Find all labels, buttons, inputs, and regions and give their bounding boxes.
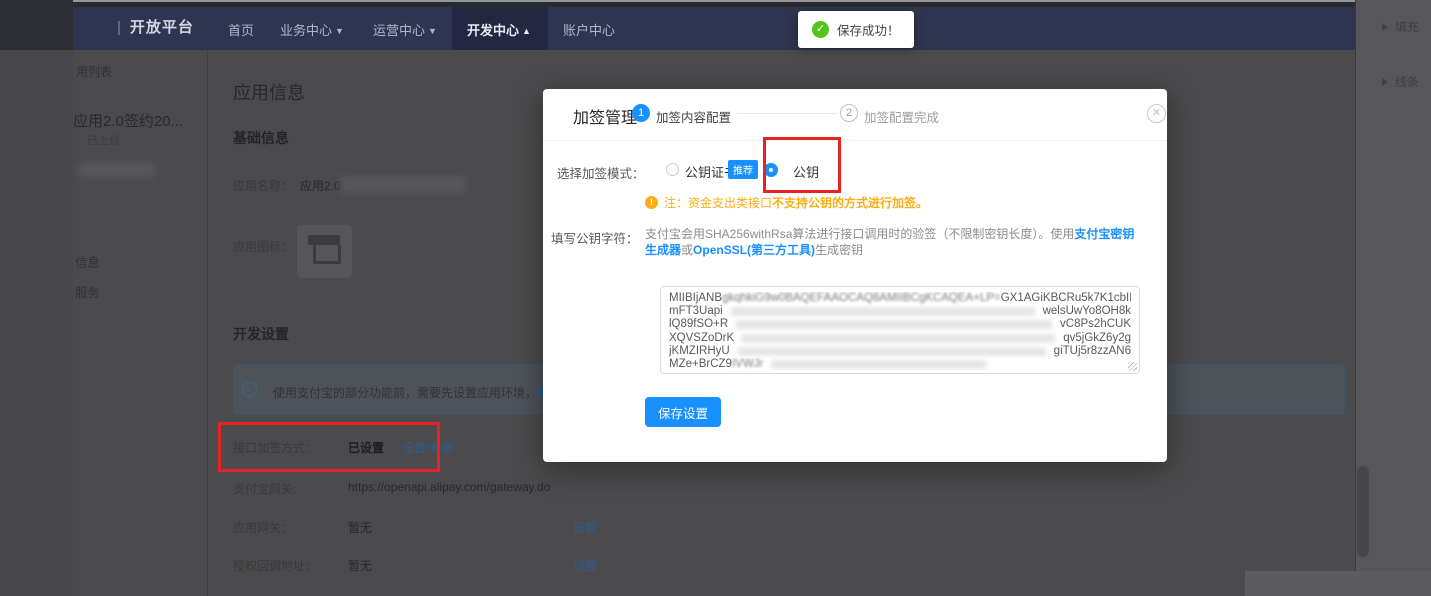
triangle-right-icon bbox=[1382, 78, 1388, 86]
nav-item-operation[interactable]: 运营中心▼ bbox=[373, 20, 437, 39]
modal-title: 加签管理 bbox=[573, 104, 637, 128]
app-icon-image bbox=[297, 225, 352, 278]
textarea-resize-handle[interactable] bbox=[1128, 362, 1137, 371]
annotation-box-sign-method bbox=[218, 422, 440, 472]
tool-line-control[interactable]: 线条 bbox=[1382, 73, 1419, 90]
screen: | 开放平台 首页 业务中心▼ 运营中心▼ 开发中心▲ 账户中心 用列表 应用2.… bbox=[0, 0, 1431, 596]
chevron-up-icon: ▲ bbox=[522, 26, 531, 36]
redacted-key-segment bbox=[736, 320, 1052, 329]
row-callback-set-link[interactable]: 设置 bbox=[573, 557, 597, 574]
sidebar-back-to-app-list[interactable]: 用列表 bbox=[76, 63, 112, 80]
storefront-icon bbox=[308, 235, 340, 245]
page-title: 应用信息 bbox=[233, 79, 305, 105]
row-app-gateway-label: 应用网关： bbox=[233, 519, 293, 536]
annotation-box-public-key bbox=[763, 137, 841, 193]
close-icon[interactable]: ✕ bbox=[1147, 104, 1166, 123]
triangle-right-icon bbox=[1382, 23, 1388, 31]
section-dev-settings: 开发设置 bbox=[233, 324, 289, 344]
brand-text: 开放平台 bbox=[130, 19, 194, 36]
nav-item-home[interactable]: 首页 bbox=[228, 20, 254, 39]
step-connector-line bbox=[737, 113, 837, 114]
sidebar-app-name: 应用2.0签约20... bbox=[73, 110, 183, 131]
row-callback-label: 授权回调地址： bbox=[233, 557, 317, 574]
page-right-edge bbox=[1355, 0, 1356, 596]
public-key-label: 填写公钥字符： bbox=[551, 228, 639, 247]
row-gateway-label: 支付宝网关: bbox=[233, 480, 296, 497]
redacted-key-segment bbox=[738, 347, 1046, 356]
success-check-icon: ✓ bbox=[812, 21, 829, 38]
row-callback-value: 暂无 bbox=[348, 557, 372, 574]
tool-dim-left bbox=[0, 50, 73, 596]
toast-message: 保存成功！ bbox=[837, 20, 900, 39]
sign-mode-label: 选择加签模式： bbox=[557, 163, 645, 182]
radio-public-key-cert[interactable] bbox=[666, 163, 679, 176]
nav-item-account[interactable]: 账户中心 bbox=[563, 20, 615, 39]
tool-bottom-right-box bbox=[1245, 571, 1431, 596]
banner-text: 使用支付宝的部分功能前，需要先设置应用环境，查看如 bbox=[273, 384, 573, 401]
redacted-key-segment bbox=[742, 334, 1055, 343]
warning-icon: ! bbox=[645, 196, 658, 209]
tool-dim-left-top bbox=[0, 0, 73, 50]
redacted-key-segment bbox=[771, 360, 986, 369]
app-icon-label: 应用图标： bbox=[233, 238, 293, 255]
chevron-down-icon: ▼ bbox=[335, 26, 344, 36]
sidebar-item-info[interactable]: 信息 bbox=[75, 252, 100, 271]
sidebar-item-service[interactable]: 服务 bbox=[75, 282, 100, 301]
app-name-redacted bbox=[340, 176, 465, 193]
fund-note: ! 注：资金支出类接口不支持公钥的方式进行加签。 bbox=[645, 194, 928, 211]
save-settings-button[interactable]: 保存设置 bbox=[645, 397, 721, 427]
step-2-circle: 2 bbox=[840, 104, 858, 122]
sign-management-modal bbox=[543, 89, 1167, 462]
info-icon: i bbox=[242, 382, 257, 397]
app-id-redacted bbox=[78, 162, 156, 178]
app-name-label: 应用名称： bbox=[233, 177, 293, 194]
public-key-description: 支付宝会用SHA256withRsa算法进行接口调用时的验签（不限制密钥长度）。… bbox=[645, 226, 1143, 258]
step-1-label: 加签内容配置 bbox=[656, 107, 731, 126]
step-2-label: 加签配置完成 bbox=[864, 107, 939, 126]
row-app-gateway-set-link[interactable]: 设置 bbox=[573, 519, 597, 536]
brand-divider: | bbox=[117, 19, 122, 36]
top-navbar bbox=[73, 7, 1355, 50]
openssl-link[interactable]: OpenSSL(第三方工具) bbox=[693, 243, 815, 257]
app-status-badge: 已上线 bbox=[87, 132, 120, 148]
redacted-key-segment bbox=[731, 307, 1035, 316]
save-success-toast: ✓ 保存成功！ bbox=[798, 11, 914, 48]
public-key-textarea[interactable]: MIIBIjANBgkqhkiG9w0BAQEFAAOCAQ8AMIIBCgKC… bbox=[660, 286, 1140, 374]
scrollbar-thumb[interactable] bbox=[1357, 466, 1369, 557]
chevron-down-icon: ▼ bbox=[428, 26, 437, 36]
nav-item-business[interactable]: 业务中心▼ bbox=[280, 20, 344, 39]
modal-header-divider bbox=[543, 140, 1167, 141]
row-gateway-value: https://openapi.alipay.com/gateway.do bbox=[348, 480, 550, 494]
tool-fill-control[interactable]: 填充 bbox=[1382, 18, 1419, 35]
step-1-circle: 1 bbox=[632, 104, 650, 122]
sidebar-divider bbox=[207, 50, 208, 596]
row-app-gateway-value: 暂无 bbox=[348, 519, 372, 536]
nav-item-dev-center[interactable]: 开发中心▲ bbox=[467, 20, 531, 39]
brand-logo: | 开放平台 bbox=[117, 16, 194, 37]
recommended-badge: 推荐 bbox=[728, 160, 758, 179]
section-basic-info: 基础信息 bbox=[233, 128, 289, 148]
